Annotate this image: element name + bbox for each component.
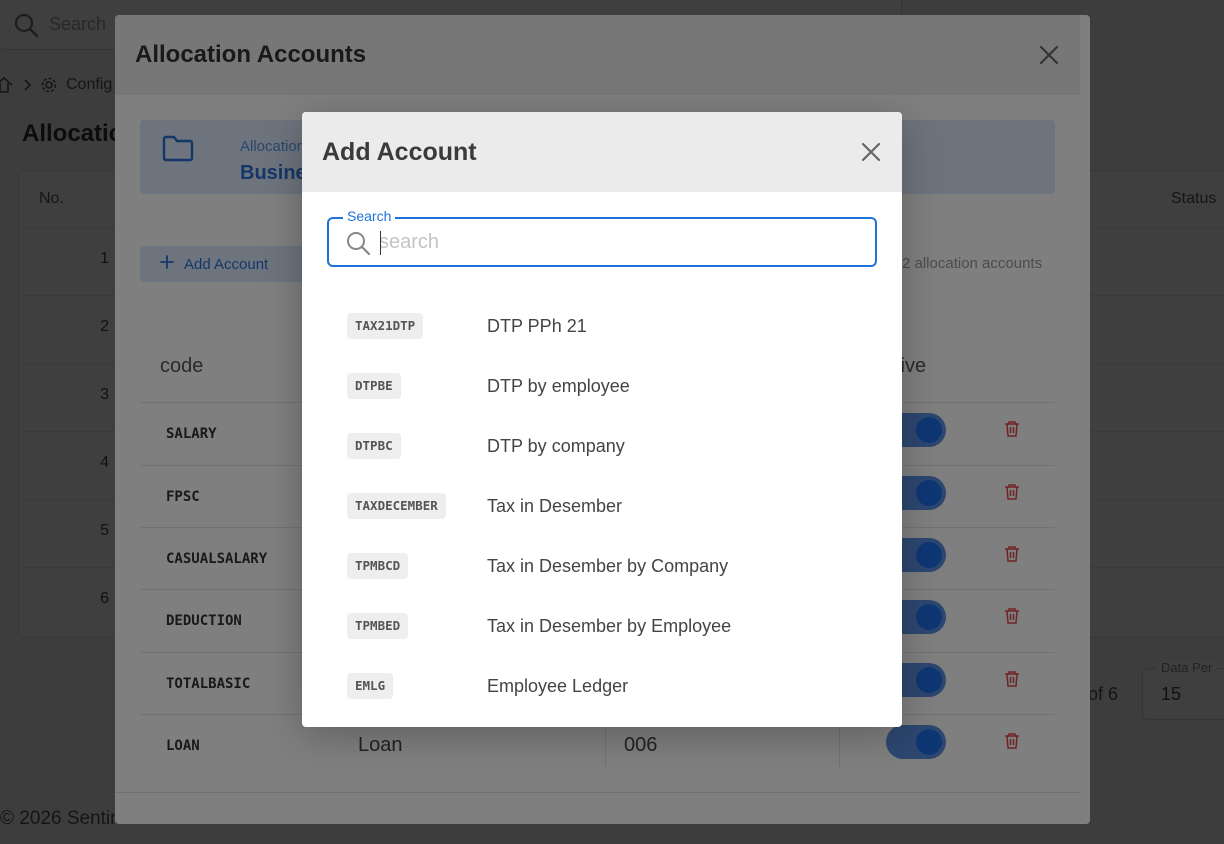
search-input[interactable]: [379, 229, 859, 255]
account-code-chip: TAXDECEMBER: [347, 493, 446, 519]
account-option[interactable]: TPMBED Tax in Desember by Employee: [327, 596, 877, 652]
account-code-chip: EMLG: [347, 673, 394, 699]
account-option[interactable]: TPMBCD Tax in Desember by Company: [327, 536, 877, 592]
search-field[interactable]: Search: [327, 208, 877, 267]
add-account-modal: Add Account Search TAX21DTP DTP PPh 21 D…: [302, 112, 902, 727]
close-icon[interactable]: [859, 140, 883, 164]
account-name: DTP PPh 21: [487, 316, 587, 336]
account-name: Employee Ledger: [487, 676, 629, 696]
modal-title: Add Account: [322, 138, 477, 166]
account-name: Tax in Desember by Company: [487, 556, 729, 576]
account-name: Tax in Desember by Employee: [487, 616, 732, 636]
account-name: DTP by company: [487, 436, 625, 456]
modal-header: Add Account: [302, 112, 902, 192]
account-code-chip: TPMBED: [347, 613, 409, 639]
account-code-chip: DTPBE: [347, 373, 401, 399]
account-option[interactable]: EMLG Employee Ledger: [327, 656, 877, 712]
account-option[interactable]: DTPBC DTP by company: [327, 416, 877, 472]
account-option[interactable]: TAX21DTP DTP PPh 21: [327, 296, 877, 352]
account-code-chip: TPMBCD: [347, 553, 409, 579]
account-code-chip: DTPBC: [347, 433, 401, 459]
account-option[interactable]: DTPBE DTP by employee: [327, 356, 877, 412]
account-name: Tax in Desember: [487, 496, 623, 516]
account-option[interactable]: TAXDECEMBER Tax in Desember: [327, 476, 877, 532]
account-code-chip: TAX21DTP: [347, 313, 424, 339]
search-icon: [345, 230, 371, 261]
search-label: Search: [343, 208, 396, 224]
text-caret: [380, 231, 381, 255]
account-name: DTP by employee: [487, 376, 630, 396]
